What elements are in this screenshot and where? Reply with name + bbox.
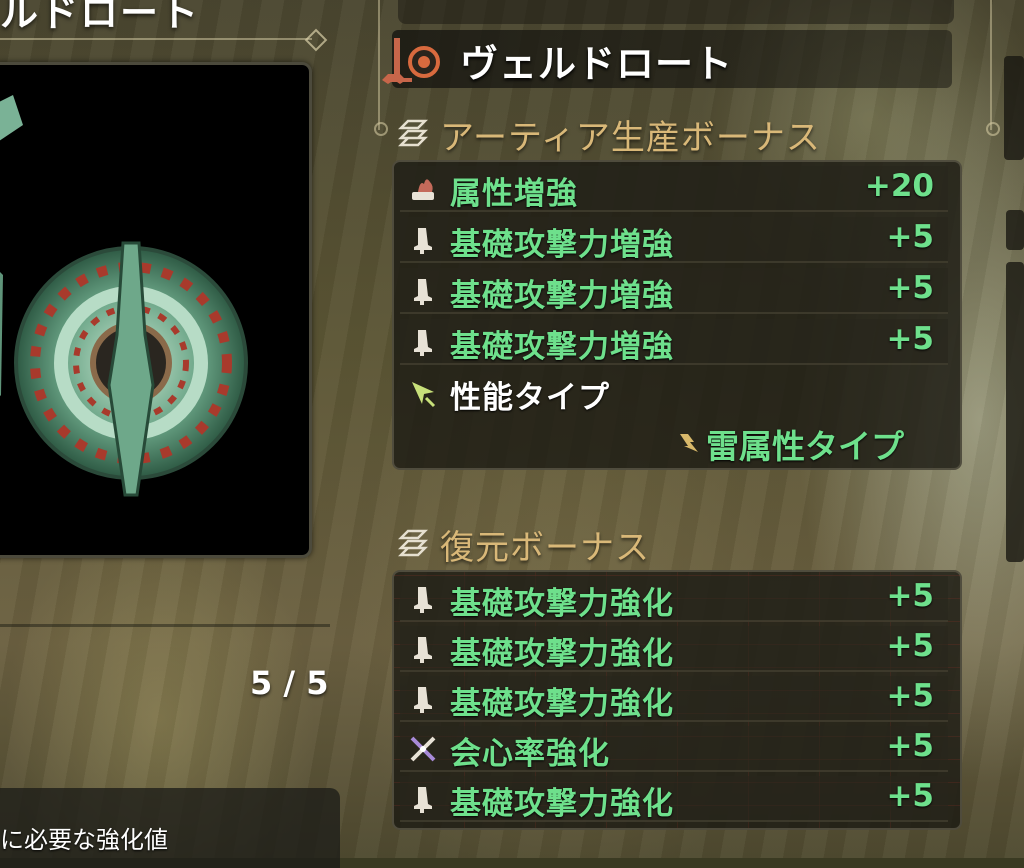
type-label: 性能タイプ xyxy=(450,380,610,416)
artia-bonus-title: アーティア生産ボーナス xyxy=(440,118,821,158)
weapon-title-left: ルドロート xyxy=(0,0,201,35)
row-value: +5 xyxy=(886,270,934,306)
divider xyxy=(0,38,312,40)
sub-arrow-icon xyxy=(680,434,698,452)
bonus-section-icon xyxy=(398,119,428,147)
side-panel-fragment xyxy=(1004,56,1024,160)
top-strip xyxy=(398,0,954,24)
side-panel-fragment xyxy=(1006,262,1024,562)
row-value: +5 xyxy=(886,728,934,764)
list-item: 基礎攻撃力増強 +5 xyxy=(400,319,948,365)
row-label: 基礎攻撃力強化 xyxy=(450,636,674,672)
row-value: +5 xyxy=(886,678,934,714)
progress-count: 5 / 5 xyxy=(250,664,329,702)
list-item: 基礎攻撃力強化 +5 xyxy=(400,576,948,622)
attack-icon xyxy=(414,787,432,813)
row-label: 属性増強 xyxy=(450,176,578,212)
weapon-icon xyxy=(382,38,440,84)
row-label: 基礎攻撃力強化 xyxy=(450,786,674,822)
restore-bonus-title: 復元ボーナス xyxy=(440,528,650,568)
row-label: 基礎攻撃力増強 xyxy=(450,329,674,365)
attack-icon xyxy=(414,587,432,613)
attack-icon xyxy=(414,330,432,356)
element-icon xyxy=(412,179,434,200)
row-value: +5 xyxy=(886,778,934,814)
list-item: 属性増強 +20 xyxy=(400,166,948,212)
list-item: 基礎攻撃力強化 +5 xyxy=(400,626,948,672)
list-item: 基礎攻撃力強化 +5 xyxy=(400,676,948,722)
list-item: 基礎攻撃力増強 +5 xyxy=(400,217,948,263)
side-panel-fragment xyxy=(1006,210,1024,250)
row-label: 基礎攻撃力増強 xyxy=(450,278,674,314)
row-label: 基礎攻撃力増強 xyxy=(450,227,674,263)
attack-icon xyxy=(414,279,432,305)
row-value: +5 xyxy=(886,219,934,255)
progress-track xyxy=(0,624,330,627)
weapon-preview xyxy=(0,62,312,558)
list-item: 会心率強化 +5 xyxy=(400,726,948,772)
row-value: +5 xyxy=(886,628,934,664)
bonus-section-icon xyxy=(398,529,428,557)
frame-knot xyxy=(374,122,388,136)
row-value: +5 xyxy=(886,321,934,357)
frame-knot-right xyxy=(986,122,1000,136)
row-value: +20 xyxy=(864,168,934,204)
row-value: +5 xyxy=(886,578,934,614)
list-item: 基礎攻撃力強化 +5 xyxy=(400,776,948,822)
attack-icon xyxy=(414,637,432,663)
list-item: 性能タイプ xyxy=(400,370,948,416)
attack-icon xyxy=(414,228,432,254)
row-label: 会心率強化 xyxy=(450,736,610,772)
shield-image xyxy=(0,95,248,497)
type-icon xyxy=(412,382,436,408)
attack-icon xyxy=(414,687,432,713)
weapon-name: ヴェルドロート xyxy=(460,42,734,86)
affinity-icon xyxy=(410,736,436,762)
frame-line-right xyxy=(990,0,992,130)
type-value-label: 雷属性タイプ xyxy=(706,427,904,466)
restore-bonus-panel: 基礎攻撃力強化 +5 基礎攻撃力強化 +5 基礎攻撃力強化 +5 会心率強化 +… xyxy=(392,570,962,830)
list-item: 基礎攻撃力増強 +5 xyxy=(400,268,948,314)
footer-text: に必要な強化値 xyxy=(0,826,168,854)
row-label: 基礎攻撃力強化 xyxy=(450,686,674,722)
row-label: 基礎攻撃力強化 xyxy=(450,586,674,622)
